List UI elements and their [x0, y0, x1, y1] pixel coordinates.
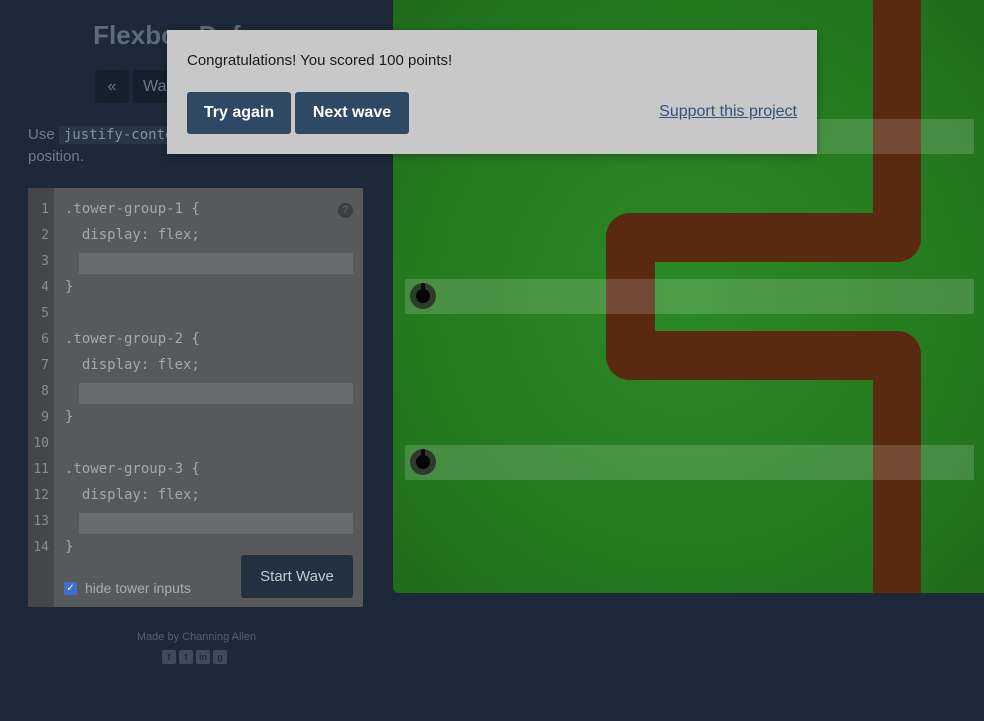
code-line: }: [65, 539, 74, 555]
code-line: display: flex;: [65, 487, 200, 503]
prev-wave-button[interactable]: «: [95, 70, 129, 103]
support-link[interactable]: Support this project: [659, 103, 797, 121]
tower: [410, 449, 436, 475]
tower-group-2: [405, 279, 974, 314]
linkedin-icon[interactable]: in: [196, 650, 210, 664]
instructions-prefix: Use: [28, 126, 55, 143]
line-number: 10: [33, 436, 49, 451]
code-line: .tower-group-1 {: [65, 201, 200, 217]
social-links: f t in g: [162, 650, 227, 664]
line-number: 12: [33, 488, 49, 503]
hide-inputs-toggle[interactable]: ✓ hide tower inputs: [64, 580, 191, 596]
facebook-icon[interactable]: f: [162, 650, 176, 664]
line-number: 8: [41, 384, 49, 399]
tower-group-3-input[interactable]: [79, 513, 353, 534]
line-number: 14: [33, 540, 49, 555]
code-line: display: flex;: [65, 227, 200, 243]
code-line: .tower-group-2 {: [65, 331, 200, 347]
tower-group-1-input[interactable]: [79, 253, 353, 274]
line-number: 3: [41, 254, 49, 269]
line-number: 1: [41, 202, 49, 217]
line-number: 6: [41, 332, 49, 347]
line-number: 13: [33, 514, 49, 529]
footer-credit: Made by Channing Allen: [136, 631, 257, 643]
tower: [410, 283, 436, 309]
success-modal: Congratulations! You scored 100 points! …: [167, 30, 817, 154]
code-line: display: flex;: [65, 357, 200, 373]
twitter-icon[interactable]: t: [179, 650, 193, 664]
line-number: 9: [41, 410, 49, 425]
code-line: }: [65, 409, 74, 425]
line-number: 4: [41, 280, 49, 295]
instructions-suffix: position.: [28, 148, 84, 165]
code-line: .tower-group-3 {: [65, 461, 200, 477]
line-number: 5: [41, 306, 49, 321]
tower-group-2-input[interactable]: [79, 383, 353, 404]
help-icon[interactable]: ?: [338, 203, 353, 218]
line-number: 2: [41, 228, 49, 243]
success-message: Congratulations! You scored 100 points!: [187, 52, 453, 69]
css-editor: 1 .tower-group-1 { 2 display: flex; 3 4} 5 6 .t…: [28, 188, 363, 607]
start-wave-button[interactable]: Start Wave: [241, 555, 353, 598]
next-wave-button[interactable]: Next wave: [295, 92, 409, 134]
code-line: }: [65, 279, 74, 295]
hide-inputs-checkbox[interactable]: ✓: [64, 581, 77, 595]
line-number: 7: [41, 358, 49, 373]
hide-inputs-label: hide tower inputs: [85, 580, 191, 596]
github-icon[interactable]: g: [213, 650, 227, 664]
try-again-button[interactable]: Try again: [187, 92, 291, 134]
tower-group-3: [405, 445, 974, 480]
line-number: 11: [33, 462, 49, 477]
